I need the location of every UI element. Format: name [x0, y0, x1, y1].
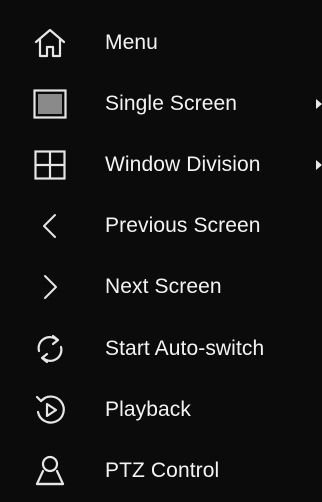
menu-item-playback[interactable]: Playback	[0, 379, 322, 440]
menu-item-start-auto-switch[interactable]: Start Auto-switch	[0, 318, 322, 379]
context-menu: Menu Single Screen Window Division Previ…	[0, 0, 322, 493]
menu-item-label: Menu	[105, 30, 158, 54]
menu-item-single-screen[interactable]: Single Screen	[0, 73, 322, 134]
ptz-camera-icon	[32, 453, 68, 489]
playback-icon	[32, 392, 68, 428]
menu-item-label: Next Screen	[105, 275, 222, 299]
menu-item-previous-screen[interactable]: Previous Screen	[0, 196, 322, 257]
menu-item-label: Single Screen	[105, 91, 238, 115]
chevron-left-icon	[32, 208, 68, 244]
menu-item-next-screen[interactable]: Next Screen	[0, 257, 322, 318]
menu-item-window-division[interactable]: Window Division	[0, 134, 322, 195]
single-screen-icon	[32, 86, 68, 122]
menu-item-menu[interactable]: Menu	[0, 12, 322, 73]
home-icon	[32, 25, 68, 61]
submenu-arrow-icon	[316, 98, 322, 109]
menu-item-label: Window Division	[105, 152, 261, 176]
menu-item-label: Playback	[105, 397, 192, 421]
menu-item-label: PTZ Control	[105, 458, 220, 482]
menu-item-label: Previous Screen	[105, 214, 261, 238]
chevron-right-icon	[32, 269, 68, 305]
submenu-arrow-icon	[316, 159, 322, 170]
refresh-icon	[32, 331, 68, 367]
menu-item-label: Start Auto-switch	[105, 336, 265, 360]
grid-icon	[32, 147, 68, 183]
menu-item-ptz-control[interactable]: PTZ Control	[0, 440, 322, 501]
